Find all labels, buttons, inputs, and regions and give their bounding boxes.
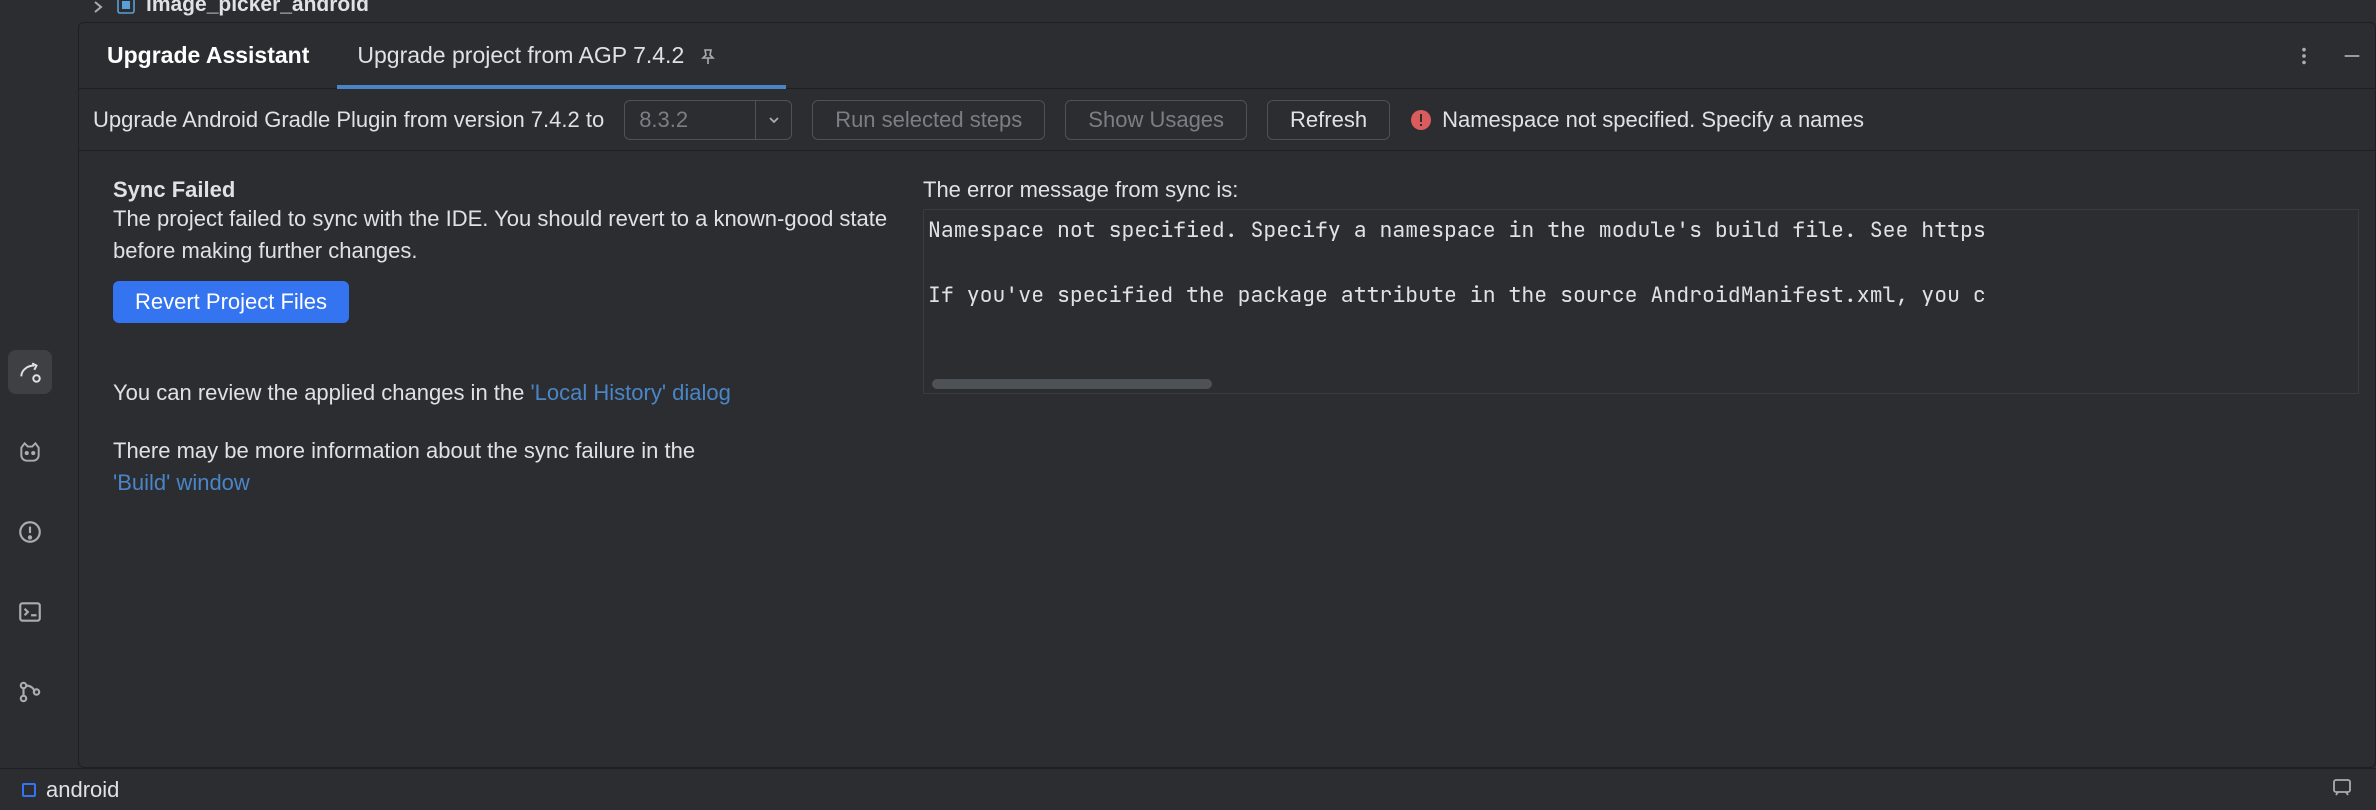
tab-upgrade-project[interactable]: Upgrade project from AGP 7.4.2: [333, 23, 742, 88]
review-changes-text: You can review the applied changes in th…: [113, 377, 903, 409]
tree-item-label: image_picker_android: [146, 0, 369, 17]
rail-problems-icon[interactable]: [8, 510, 52, 554]
rail-cat-icon[interactable]: [8, 430, 52, 474]
local-history-link[interactable]: 'Local History' dialog: [530, 380, 730, 405]
build-window-link[interactable]: 'Build' window: [113, 470, 250, 495]
more-info-text: There may be more information about the …: [113, 435, 903, 499]
status-branch-label: android: [46, 777, 119, 803]
refresh-button[interactable]: Refresh: [1267, 100, 1390, 140]
button-label: Show Usages: [1088, 107, 1224, 133]
show-usages-button[interactable]: Show Usages: [1065, 100, 1247, 140]
tab-upgrade-assistant[interactable]: Upgrade Assistant: [107, 23, 333, 88]
target-version-value: 8.3.2: [625, 101, 755, 139]
module-icon: [116, 0, 136, 15]
button-label: Run selected steps: [835, 107, 1022, 133]
button-label: Refresh: [1290, 107, 1367, 133]
horizontal-scrollbar[interactable]: [932, 379, 1212, 389]
upgrade-assistant-panel: Upgrade Assistant Upgrade project from A…: [78, 22, 2376, 768]
minimize-icon[interactable]: [2341, 45, 2363, 67]
error-icon: [1410, 109, 1432, 131]
upgrade-toolbar: Upgrade Android Gradle Plugin from versi…: [79, 89, 2375, 151]
button-label: Revert Project Files: [135, 289, 327, 314]
tab-label: Upgrade Assistant: [107, 42, 309, 69]
toolbar-lead-text: Upgrade Android Gradle Plugin from versi…: [93, 107, 604, 133]
status-notifications[interactable]: [2330, 775, 2354, 805]
output-line: Namespace not specified. Specify a names…: [928, 216, 1986, 244]
status-branch[interactable]: android: [22, 777, 119, 803]
project-tree-row[interactable]: image_picker_android: [90, 0, 369, 18]
toolbar-error-text: Namespace not specified. Specify a names: [1442, 107, 1864, 133]
panel-tabs: Upgrade Assistant Upgrade project from A…: [79, 23, 2375, 89]
output-line: If you've specified the package attribut…: [928, 281, 1986, 309]
status-bar: android: [0, 768, 2376, 810]
module-square-icon: [22, 783, 36, 797]
sync-error-output[interactable]: Namespace not specified. Specify a names…: [923, 209, 2359, 394]
chevron-down-icon[interactable]: [755, 101, 791, 139]
sync-failed-body: The project failed to sync with the IDE.…: [113, 203, 903, 267]
pin-icon[interactable]: [698, 46, 718, 66]
target-version-select[interactable]: 8.3.2: [624, 100, 792, 140]
tool-rail: [0, 0, 60, 768]
more-vert-icon[interactable]: [2293, 45, 2315, 67]
text-prefix: There may be more information about the …: [113, 438, 695, 463]
run-selected-steps-button[interactable]: Run selected steps: [812, 100, 1045, 140]
rail-terminal-icon[interactable]: [8, 590, 52, 634]
rail-upgrade-assistant[interactable]: [8, 350, 52, 394]
revert-project-files-button[interactable]: Revert Project Files: [113, 281, 349, 323]
tab-label: Upgrade project from AGP 7.4.2: [357, 42, 684, 69]
sync-failed-title: Sync Failed: [113, 177, 903, 203]
upgrade-content: Sync Failed The project failed to sync w…: [79, 151, 2375, 767]
sync-error-lead: The error message from sync is:: [923, 177, 2359, 203]
chevron-right-icon: [90, 0, 106, 13]
rail-vcs-icon[interactable]: [8, 670, 52, 714]
toolbar-error: Namespace not specified. Specify a names: [1410, 107, 1864, 133]
text-prefix: You can review the applied changes in th…: [113, 380, 530, 405]
